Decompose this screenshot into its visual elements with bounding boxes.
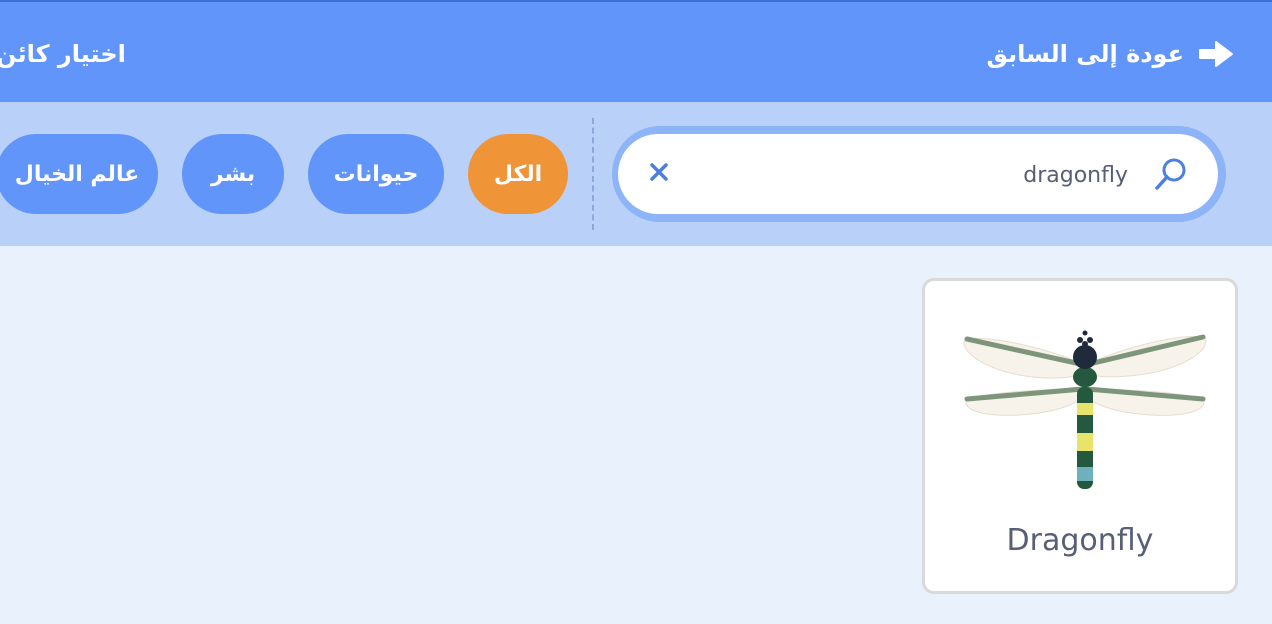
close-icon[interactable] [648, 161, 670, 187]
divider [592, 118, 594, 230]
sprite-card-label: Dragonfly [1006, 523, 1154, 558]
search-field [618, 134, 1218, 214]
filter-bar: عالم الخيال بشر حيوانات الكل [0, 102, 1272, 246]
tag-people[interactable]: بشر [182, 134, 284, 214]
page-title: اختيار كائن [0, 40, 126, 68]
back-button[interactable]: عودة إلى السابق [987, 34, 1234, 74]
back-button-label: عودة إلى السابق [986, 40, 1184, 68]
search-icon [1152, 156, 1190, 198]
dragonfly-image [959, 325, 1209, 499]
library-header: عودة إلى السابق اختيار كائن [0, 2, 1272, 102]
tag-all[interactable]: الكل [468, 134, 568, 214]
search-input[interactable] [698, 154, 1130, 196]
tag-animals[interactable]: حيوانات [308, 134, 444, 214]
search-field-outline [612, 126, 1226, 222]
tag-fantasy[interactable]: عالم الخيال [0, 134, 158, 214]
sprite-card-dragonfly[interactable]: Dragonfly [922, 278, 1238, 594]
arrow-right-icon [1198, 39, 1234, 69]
